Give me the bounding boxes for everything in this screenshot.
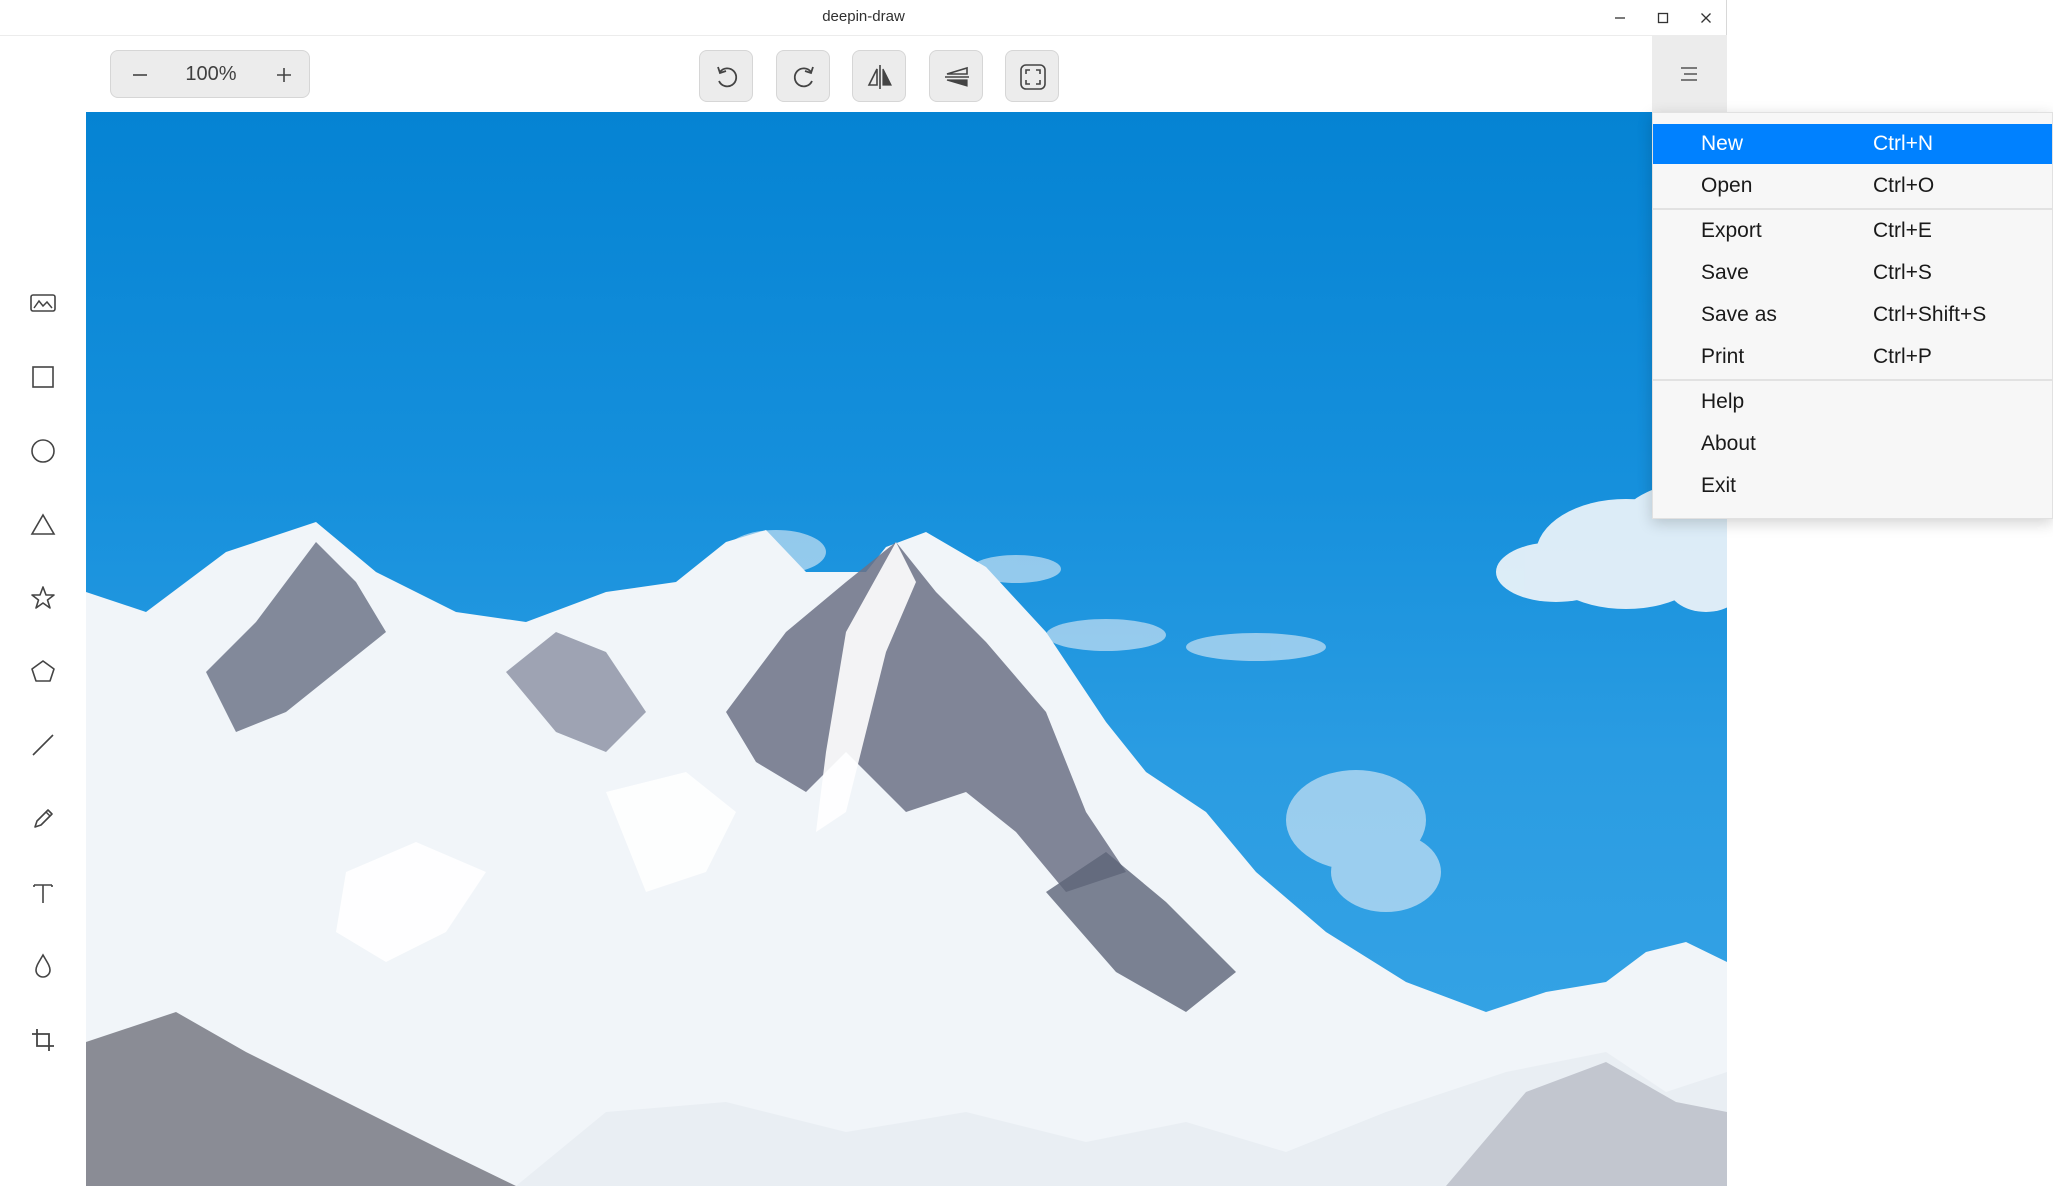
menu-item-shortcut: Ctrl+Shift+S [1873,303,1987,326]
polygon-tool[interactable] [23,651,63,691]
blur-tool[interactable] [23,946,63,986]
menu-item-label: Exit [1701,474,1737,497]
image-icon [30,294,56,312]
menu-item-label: Export [1701,219,1762,242]
rotate-right-icon [793,66,814,88]
menu-item-help[interactable]: Help [1653,382,2052,422]
triangle-tool[interactable] [23,505,63,545]
fit-screen-button[interactable] [1005,50,1059,102]
menu-item-label: Print [1701,345,1745,368]
rectangle-icon [32,366,54,388]
menu-item-save-as[interactable]: Save as Ctrl+Shift+S [1653,295,2052,335]
line-icon [32,734,54,756]
star-tool[interactable] [23,578,63,618]
flip-horizontal-button[interactable] [852,50,906,102]
close-button[interactable] [1690,6,1722,30]
menu-item-shortcut: Ctrl+S [1873,261,1932,284]
pencil-tool[interactable] [23,799,63,839]
rotate-right-button[interactable] [776,50,830,102]
tool-sidebar [0,112,86,1186]
menu-item-label: Open [1701,174,1753,197]
main-menu-dropdown: New Ctrl+N Open Ctrl+O Export Ctrl+E Sav… [1652,112,2053,519]
close-icon [1701,13,1711,23]
rectangle-tool[interactable] [23,357,63,397]
toolbar: 100% [0,36,1727,112]
water-drop-icon [35,953,51,978]
menu-separator [1653,208,2052,210]
main-menu-button[interactable] [1652,36,1727,112]
menu-item-about[interactable]: About [1653,424,2052,464]
menu-item-exit[interactable]: Exit [1653,466,2052,506]
mountain-photo [86,484,1727,1186]
line-tool[interactable] [23,725,63,765]
image-tool[interactable] [23,283,63,323]
hamburger-menu-icon [1681,67,1697,81]
zoom-in-button[interactable] [255,51,311,97]
flip-vertical-icon [945,66,969,87]
maximize-button[interactable] [1647,6,1679,30]
minimize-icon [1615,17,1625,19]
triangle-icon [30,513,56,535]
menu-item-export[interactable]: Export Ctrl+E [1653,211,2052,251]
menu-item-label: Save as [1701,303,1777,326]
title-bar: deepin-draw [0,0,1727,36]
flip-horizontal-icon [867,65,892,89]
rotate-left-button[interactable] [699,50,753,102]
app-window: deepin-draw 100% [0,0,1727,1186]
minimize-button[interactable] [1604,6,1636,30]
zoom-control: 100% [110,50,310,98]
flip-vertical-button[interactable] [929,50,983,102]
zoom-out-button[interactable] [111,51,167,97]
menu-item-new[interactable]: New Ctrl+N [1653,124,2052,164]
menu-item-label: Help [1701,390,1745,413]
maximize-icon [1657,12,1669,24]
menu-separator [1653,379,2052,381]
minus-icon [133,74,147,76]
crop-tool[interactable] [23,1020,63,1060]
crop-icon [32,1029,54,1051]
plus-icon [277,68,291,82]
text-tool[interactable] [23,873,63,913]
fit-screen-icon [1020,64,1046,90]
window-title: deepin-draw [822,8,905,25]
ellipse-tool[interactable] [23,431,63,471]
star-icon [31,586,55,609]
menu-item-print[interactable]: Print Ctrl+P [1653,337,2052,377]
menu-item-label: New [1701,132,1744,155]
pencil-icon [34,809,53,828]
menu-item-label: Save [1701,261,1749,284]
text-icon [33,884,53,903]
menu-item-label: About [1701,432,1756,455]
zoom-value[interactable]: 100% [167,63,255,86]
menu-item-open[interactable]: Open Ctrl+O [1653,166,2052,206]
menu-item-shortcut: Ctrl+P [1873,345,1932,368]
pentagon-icon [31,660,55,682]
drawing-canvas[interactable] [86,112,1727,1186]
menu-item-shortcut: Ctrl+N [1873,132,1934,155]
menu-item-shortcut: Ctrl+O [1873,174,1935,197]
menu-item-shortcut: Ctrl+E [1873,219,1932,242]
menu-item-save[interactable]: Save Ctrl+S [1653,253,2052,293]
ellipse-icon [31,439,55,463]
rotate-left-icon [717,66,738,88]
